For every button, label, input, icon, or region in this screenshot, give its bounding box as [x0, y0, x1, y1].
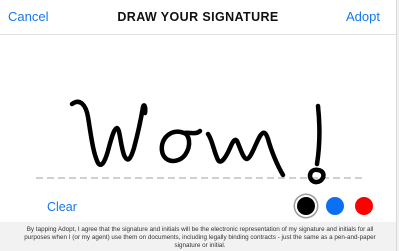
- ink-color-red-swatch[interactable]: [355, 197, 373, 215]
- header-bar: Cancel DRAW YOUR SIGNATURE Adopt: [0, 0, 396, 35]
- stroke-w: [69, 99, 148, 167]
- signature-dialog: Cancel DRAW YOUR SIGNATURE Adopt Clear B…: [0, 0, 397, 251]
- ink-color-blue-swatch[interactable]: [326, 197, 344, 215]
- ink-color-black-swatch[interactable]: [297, 197, 315, 215]
- adopt-button[interactable]: Adopt: [346, 9, 380, 24]
- clear-button[interactable]: Clear: [47, 200, 77, 214]
- stroke-w2: [205, 130, 286, 178]
- dialog-title: DRAW YOUR SIGNATURE: [117, 10, 279, 24]
- stroke-exclaim: [314, 103, 322, 167]
- ink-strokes: [69, 99, 326, 185]
- stroke-exclaim-dot: [307, 167, 326, 185]
- legal-disclaimer: By tapping Adopt, I agree that the signa…: [14, 226, 386, 250]
- stroke-o1: [159, 128, 203, 164]
